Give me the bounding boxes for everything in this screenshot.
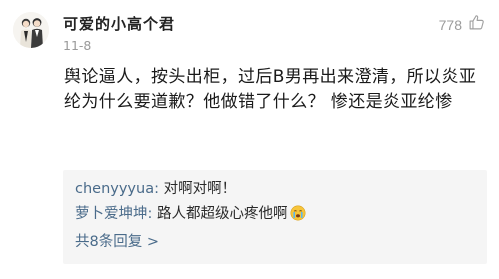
- reply-text: 对啊对啊！: [158, 181, 237, 197]
- view-all-replies-link[interactable]: 共8条回复 >: [75, 230, 475, 254]
- crying-face-emoji-icon: [290, 205, 306, 229]
- reply-text: 路人都超级心疼他啊: [152, 206, 288, 222]
- reply-item: 萝卜爱坤坤: 路人都超级心疼他啊: [75, 202, 475, 229]
- post-date: 11-8: [63, 38, 92, 53]
- thumbs-up-icon: [468, 14, 485, 35]
- reply-username[interactable]: chenyyyua: [75, 181, 154, 197]
- reply-item: chenyyyua: 对啊对啊！: [75, 177, 475, 201]
- reply-username[interactable]: 萝卜爱坤坤: [75, 206, 148, 222]
- comment-text: 舆论逼人，按头出柜，过后B男再出来澄清，所以炎亚纶为什么要道歉？他做错了什么？ …: [64, 67, 477, 112]
- like-count: 778: [438, 16, 462, 33]
- username[interactable]: 可爱的小高个君: [63, 13, 175, 34]
- replies-box: chenyyyua: 对啊对啊！ 萝卜爱坤坤: 路人都超级心疼他啊 共8条回复 …: [63, 170, 487, 264]
- comment-card: 可爱的小高个君 11-8 778 舆论逼人，按头出柜，过后B男再出来澄清，所以炎…: [0, 0, 499, 279]
- avatar[interactable]: [13, 12, 49, 48]
- like-button[interactable]: 778: [439, 14, 485, 35]
